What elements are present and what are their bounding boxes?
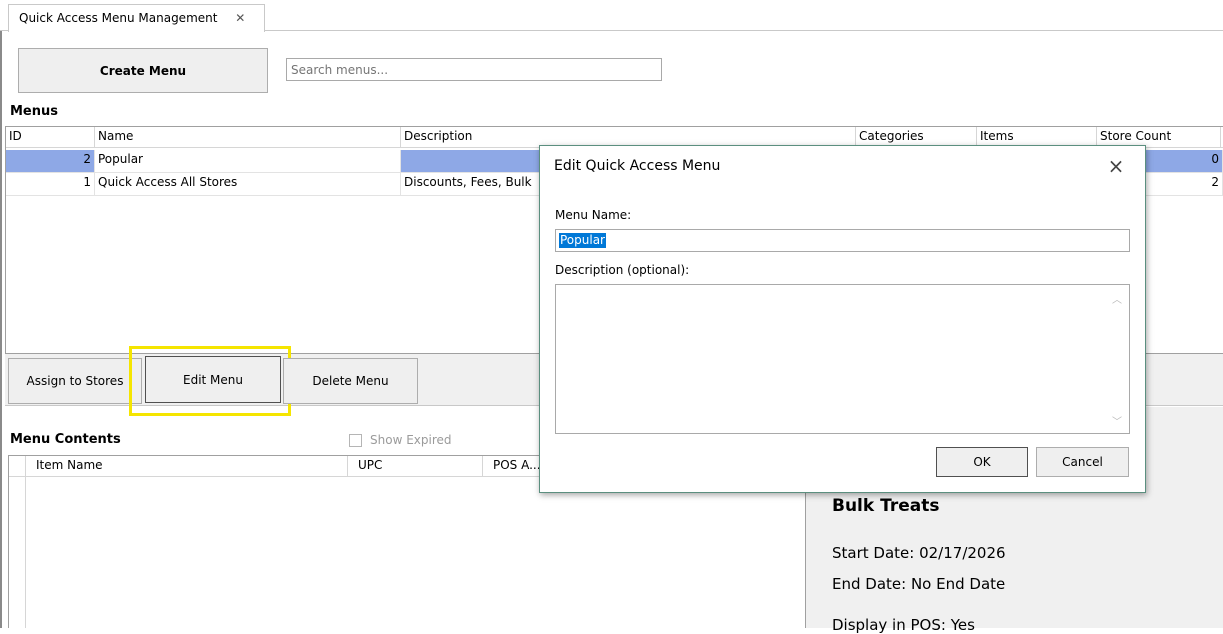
dialog-title: Edit Quick Access Menu (554, 158, 721, 174)
column-header-store-count[interactable]: Store Count (1097, 127, 1221, 147)
edit-quick-access-menu-dialog: Edit Quick Access Menu × Menu Name: Popu… (539, 145, 1146, 493)
column-header-upc[interactable]: UPC (348, 456, 483, 476)
tab-quick-access-menu-management[interactable]: Quick Access Menu Management ✕ (8, 4, 265, 32)
cell-id: 2 (6, 150, 95, 173)
row-selector-header (9, 456, 26, 476)
column-header-categories[interactable]: Categories (856, 127, 977, 147)
show-expired-label: Show Expired (370, 433, 452, 447)
column-header-description[interactable]: Description (401, 127, 856, 147)
cell-name: Popular (95, 150, 401, 173)
assign-to-stores-button[interactable]: Assign to Stores (8, 358, 142, 404)
description-field[interactable]: ︿ ﹀ (555, 284, 1130, 434)
cell-id: 1 (6, 173, 95, 196)
menu-name-label: Menu Name: (555, 208, 632, 222)
chevron-up-icon[interactable]: ︿ (1112, 291, 1122, 306)
show-expired-checkbox[interactable] (349, 434, 362, 447)
column-header-name[interactable]: Name (95, 127, 401, 147)
close-icon[interactable]: × (1100, 152, 1132, 180)
details-display-in-pos: Display in POS: Yes (832, 616, 975, 634)
left-border (0, 31, 2, 628)
column-header-items[interactable]: Items (977, 127, 1097, 147)
menu-contents-section-title: Menu Contents (10, 432, 121, 447)
column-header-item-name[interactable]: Item Name (26, 456, 348, 476)
menu-name-value: Popular (559, 233, 606, 248)
menu-name-field[interactable]: Popular (555, 229, 1130, 252)
menus-section-title: Menus (10, 104, 59, 119)
description-label: Description (optional): (555, 263, 690, 277)
row-selector-column (9, 477, 26, 628)
create-menu-button[interactable]: Create Menu (18, 48, 268, 93)
delete-menu-button[interactable]: Delete Menu (283, 358, 418, 404)
ok-button[interactable]: OK (936, 447, 1028, 477)
details-end-date: End Date: No End Date (832, 575, 1006, 593)
search-input[interactable] (286, 58, 662, 81)
cell-name: Quick Access All Stores (95, 173, 401, 196)
edit-menu-highlight (129, 346, 291, 416)
chevron-down-icon[interactable]: ﹀ (1112, 413, 1122, 428)
details-start-date: Start Date: 02/17/2026 (832, 544, 1006, 562)
column-header-id[interactable]: ID (6, 127, 95, 147)
close-icon[interactable]: ✕ (235, 11, 245, 25)
description-scrollbar[interactable]: ︿ ﹀ (1107, 285, 1129, 433)
details-title: Bulk Treats (832, 496, 940, 516)
tab-label: Quick Access Menu Management (19, 11, 218, 25)
cancel-button[interactable]: Cancel (1036, 447, 1129, 477)
